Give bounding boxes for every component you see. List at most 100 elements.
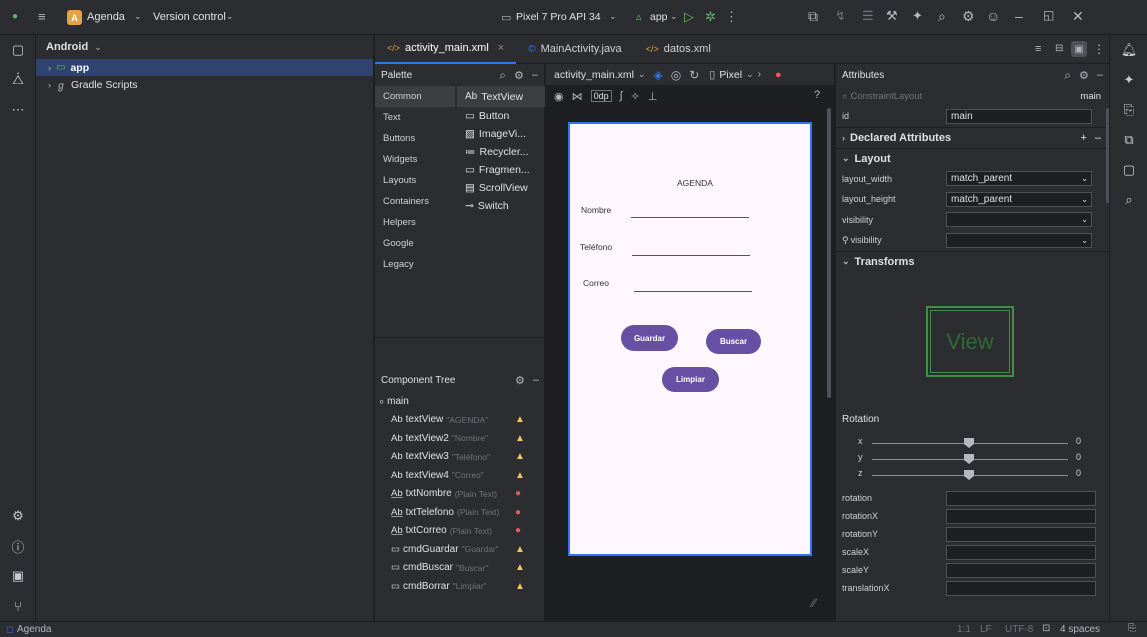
palette-category[interactable]: Widgets (375, 149, 455, 170)
project-selector[interactable]: Agenda (87, 11, 125, 23)
widget-fragment[interactable]: ▭ Fragmen... (457, 161, 545, 179)
gemini-icon[interactable]: ✦ (1110, 65, 1147, 95)
autoconnect-icon[interactable]: ⋈ (572, 90, 583, 103)
telefono-input[interactable] (632, 255, 750, 256)
profiler-icon[interactable]: ⚒ (886, 8, 898, 24)
git-icon[interactable]: ⑂ (0, 591, 36, 621)
agenda-title[interactable]: AGENDA (677, 178, 713, 188)
palette-category[interactable]: Common (375, 86, 455, 107)
device-manager-icon[interactable]: ⧉ (1110, 125, 1147, 155)
more-tools-icon[interactable]: ⋯ (0, 95, 36, 125)
palette-category[interactable]: Google (375, 233, 455, 254)
layout-width-select[interactable]: match_parent ⌄ (946, 171, 1092, 187)
tree-item[interactable]: Ab textView2 "Nombre" ▲ (375, 429, 545, 448)
device-selector[interactable]: Pixel 7 Pro API 34 (516, 11, 601, 23)
widget-button[interactable]: ▭ Button (457, 107, 545, 125)
palette-category[interactable]: Legacy (375, 254, 455, 275)
error-icon[interactable]: ● (515, 507, 521, 518)
tree-item[interactable]: A̲b̲ txtNombre (Plain Text) ● (375, 485, 545, 504)
search-icon[interactable]: ⌕ (1064, 68, 1071, 83)
rotation-slider-z[interactable]: z0 (836, 468, 1110, 482)
tree-item[interactable]: ▭ cmdGuardar "Guardar" ▲ (375, 540, 545, 559)
infer-constraints-icon[interactable]: ✧ (631, 90, 640, 103)
layout-height-select[interactable]: match_parent ⌄ (946, 191, 1092, 207)
tree-item[interactable]: Ab textView3 "Teléfono" ▲ (375, 448, 545, 467)
attr-input[interactable] (946, 526, 1096, 542)
widget-switch[interactable]: ⊸ Switch (457, 197, 545, 215)
gradle-icon[interactable]: ⎘ (1110, 95, 1147, 125)
settings-icon[interactable]: ⚙ (514, 69, 524, 82)
palette-category[interactable]: Layouts (375, 170, 455, 191)
warning-icon[interactable]: ▲ (515, 544, 525, 555)
minimize-icon[interactable]: – (533, 374, 539, 386)
more-icon[interactable]: ⋮ (725, 9, 738, 25)
apply-changes-icon[interactable]: ↯ (835, 8, 846, 24)
run-icon[interactable]: ▷ (684, 9, 694, 25)
correo-input[interactable] (634, 291, 752, 292)
tree-item[interactable]: A̲b̲ txtCorreo (Plain Text) ● (375, 522, 545, 541)
minimize-icon[interactable]: – (532, 69, 538, 81)
tree-item[interactable]: Ab textView "AGENDA" ▲ (375, 411, 545, 430)
tools-visibility-select[interactable]: ⌄ (946, 232, 1092, 248)
slider-knob[interactable] (964, 438, 974, 448)
design-mode-icon[interactable]: ◈ (653, 68, 662, 82)
remove-icon[interactable]: – (1095, 132, 1101, 144)
restore-icon[interactable]: ◱ (1043, 8, 1054, 22)
attr-input[interactable] (946, 544, 1096, 560)
more-icon[interactable]: ⋮ (1093, 42, 1105, 56)
code-view-icon[interactable]: ≡ (1035, 43, 1041, 55)
tree-item[interactable]: A̲b̲ txtTelefono (Plain Text) ● (375, 503, 545, 522)
lock-icon[interactable]: ⎘ (1128, 623, 1136, 634)
attr-input[interactable] (946, 562, 1096, 578)
design-view-icon[interactable]: ▣ (1071, 41, 1087, 57)
tab-main-activity[interactable]: © MainActivity.java (516, 35, 633, 64)
palette-category[interactable]: Text (375, 107, 455, 128)
split-view-icon[interactable]: ⊟ (1055, 43, 1063, 54)
palette-category[interactable]: Containers (375, 191, 455, 212)
tab-datos[interactable]: </> datos.xml (634, 35, 723, 64)
view-options-icon[interactable]: ◉ (554, 90, 564, 103)
attr-input[interactable] (946, 508, 1096, 524)
search-icon[interactable]: ⌕ (938, 8, 946, 25)
settings-icon[interactable]: ⚙ (515, 374, 525, 387)
cursor-position[interactable]: 1:1 (957, 624, 971, 635)
attr-input[interactable] (946, 580, 1096, 596)
nombre-input[interactable] (631, 217, 749, 218)
widget-textview[interactable]: Ab TextView (457, 86, 545, 107)
tree-item-app[interactable]: › ▭ app (36, 59, 373, 76)
help-icon[interactable]: ? (814, 89, 820, 101)
align-icon[interactable]: ⊥ (648, 90, 658, 103)
widget-recycler[interactable]: ≔ Recycler... (457, 143, 545, 161)
sync-icon[interactable]: ☰ (862, 8, 874, 24)
indent-setting[interactable]: 4 spaces (1060, 624, 1100, 635)
orientation-icon[interactable]: ↻ (689, 68, 699, 82)
terminal-icon[interactable]: ▣ (0, 561, 36, 591)
error-icon[interactable]: ● (515, 488, 521, 499)
palette-category[interactable]: Buttons (375, 128, 455, 149)
warning-icon[interactable]: ▲ (515, 581, 525, 592)
blueprint-icon[interactable]: ◎ (671, 68, 681, 82)
widget-imageview[interactable]: ▨ ImageVi... (457, 125, 545, 143)
readonly-icon[interactable]: ⊡ (1042, 623, 1050, 634)
warning-icon[interactable]: ▲ (515, 433, 525, 444)
device-manager-icon[interactable]: ⧉ (808, 8, 818, 25)
palette-category[interactable]: Helpers (375, 212, 455, 233)
id-field[interactable]: main (946, 108, 1092, 124)
default-margin[interactable]: 0dp (590, 90, 612, 102)
layout-file-selector[interactable]: activity_main.xml (554, 69, 634, 81)
minimize-icon[interactable]: – (1015, 8, 1023, 24)
resource-manager-icon[interactable]: ⧊ (0, 65, 36, 95)
close-icon[interactable]: ✕ (1072, 8, 1084, 25)
device-selector[interactable]: Pixel (719, 69, 742, 81)
tab-activity-main[interactable]: </> activity_main.xml × (375, 35, 517, 64)
project-tool-icon[interactable]: ▢ (0, 35, 36, 65)
device-explorer-icon[interactable]: ⌕ (1110, 185, 1147, 215)
tree-item[interactable]: Ab textView4 "Correo" ▲ (375, 466, 545, 485)
declared-attributes-section[interactable]: › Declared Attributes + – (836, 126, 1109, 148)
vcs-selector[interactable]: Version control (153, 11, 226, 23)
layout-section[interactable]: ⌄ Layout (836, 147, 1109, 169)
error-icon[interactable]: ● (775, 69, 782, 81)
transforms-section[interactable]: ⌄ Transforms (836, 250, 1109, 272)
settings-icon[interactable]: ⚙ (962, 8, 975, 25)
close-icon[interactable]: × (498, 42, 504, 54)
